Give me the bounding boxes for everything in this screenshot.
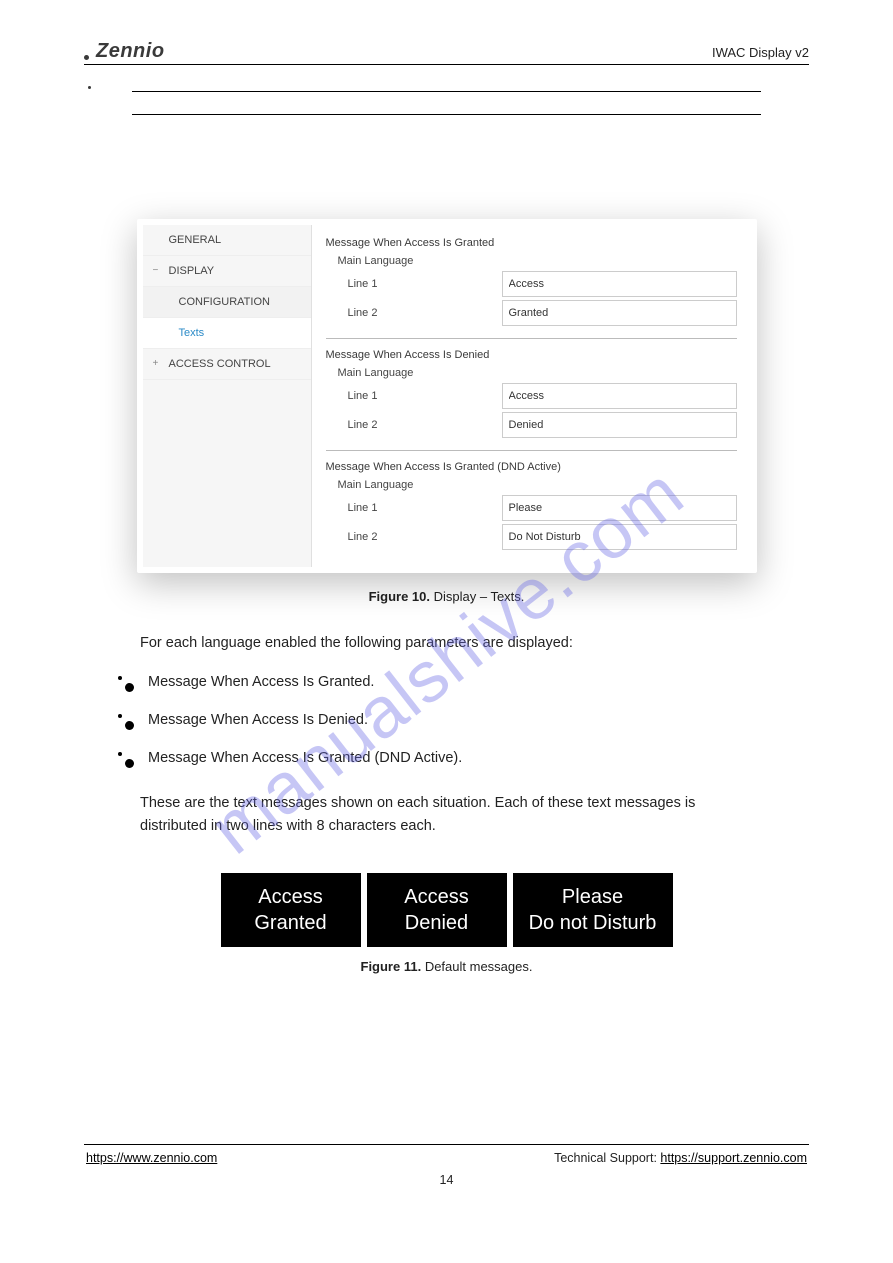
message-tiles: Access Granted Access Denied Please Do n… (84, 873, 809, 947)
footer: https://www.zennio.com Technical Support… (84, 1151, 809, 1165)
field-label: Line 1 (348, 390, 502, 402)
ets-sidebar: GENERAL − DISPLAY CONFIGURATION Texts + … (143, 225, 312, 567)
bullet-list: Message When Access Is Granted. Message … (118, 674, 809, 768)
line2-input[interactable] (502, 524, 737, 550)
tile-dnd: Please Do not Disturb (513, 873, 673, 947)
section-subheading: Main Language (338, 367, 737, 379)
field-label: Line 1 (348, 502, 502, 514)
section-rules (132, 91, 761, 115)
field-label: Line 1 (348, 278, 502, 290)
ets-screenshot: GENERAL − DISPLAY CONFIGURATION Texts + … (143, 225, 751, 567)
paragraph: These are the text messages shown on eac… (140, 792, 753, 837)
doc-title: IWAC Display v2 (84, 45, 809, 60)
sidebar-item-general[interactable]: GENERAL (143, 225, 311, 256)
divider (84, 64, 809, 65)
bullet-icon (118, 676, 134, 692)
collapse-icon[interactable]: − (153, 265, 159, 276)
field-label: Line 2 (348, 307, 502, 319)
line1-input[interactable] (502, 383, 737, 409)
sidebar-item-texts[interactable]: Texts (143, 318, 311, 349)
tile-access-granted: Access Granted (221, 873, 361, 947)
footer-right: Technical Support: https://support.zenni… (554, 1151, 807, 1165)
ets-content: Message When Access Is Granted Main Lang… (312, 225, 751, 567)
list-item: Message When Access Is Granted (DND Acti… (118, 750, 809, 768)
bullet-icon (118, 752, 134, 768)
footer-link-home[interactable]: https://www.zennio.com (86, 1151, 217, 1165)
section-heading: Message When Access Is Denied (326, 349, 737, 361)
section-heading: Message When Access Is Granted (DND Acti… (326, 461, 737, 473)
sidebar-item-configuration[interactable]: CONFIGURATION (143, 287, 311, 318)
expand-icon[interactable]: + (153, 358, 159, 369)
footer-link-support[interactable]: https://support.zennio.com (660, 1151, 807, 1165)
line2-input[interactable] (502, 412, 737, 438)
section-subheading: Main Language (338, 255, 737, 267)
line2-input[interactable] (502, 300, 737, 326)
page-number: 14 (84, 1173, 809, 1187)
header: Zennio IWAC Display v2 (84, 40, 809, 65)
list-item: Message When Access Is Granted. (118, 674, 809, 692)
tile-access-denied: Access Denied (367, 873, 507, 947)
line1-input[interactable] (502, 495, 737, 521)
divider (84, 1144, 809, 1145)
figure-caption: Figure 10. Display – Texts. (84, 589, 809, 604)
section-subheading: Main Language (338, 479, 737, 491)
bullet-icon (118, 714, 134, 730)
figure-caption: Figure 11. Default messages. (84, 959, 809, 974)
divider (326, 338, 737, 339)
field-label: Line 2 (348, 531, 502, 543)
divider (326, 450, 737, 451)
line1-input[interactable] (502, 271, 737, 297)
section-heading: Message When Access Is Granted (326, 237, 737, 249)
sidebar-item-access-control[interactable]: + ACCESS CONTROL (143, 349, 311, 380)
list-item: Message When Access Is Denied. (118, 712, 809, 730)
intro-text: For each language enabled the following … (140, 632, 753, 654)
field-label: Line 2 (348, 419, 502, 431)
sidebar-item-display[interactable]: − DISPLAY (143, 256, 311, 287)
